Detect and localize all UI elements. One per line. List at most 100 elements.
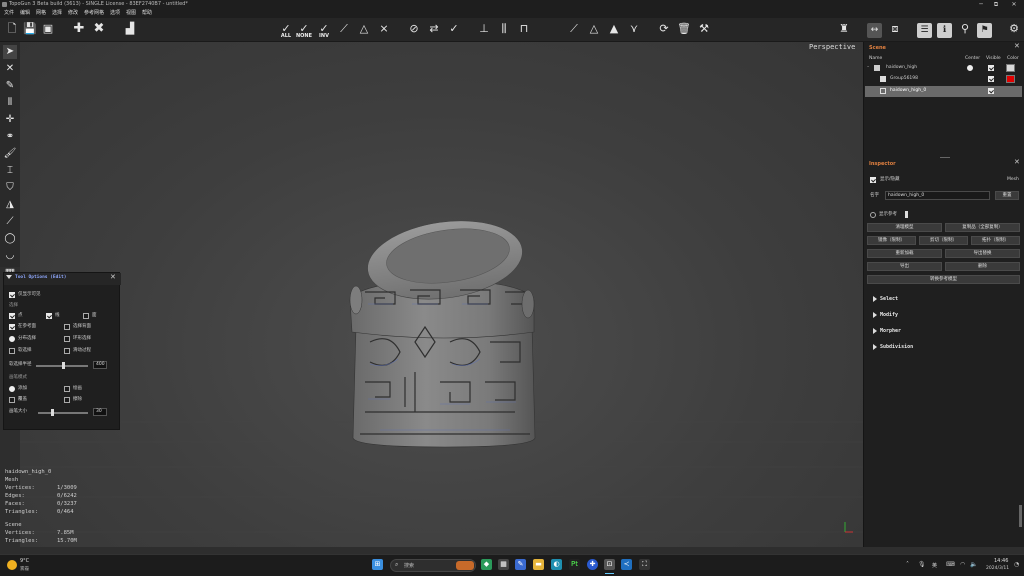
topo-button[interactable]: 拓扑（限制）: [971, 236, 1020, 245]
editor-icon[interactable]: ✎: [515, 559, 526, 570]
right-panel-scrollbar[interactable]: [1019, 505, 1022, 527]
layer-icon[interactable]: ▟: [122, 22, 138, 40]
reload-button[interactable]: 重新加载: [867, 249, 942, 258]
section-subdivision[interactable]: Subdivision: [880, 344, 913, 350]
points-checkbox[interactable]: [9, 313, 15, 319]
menu-file[interactable]: 文件: [4, 9, 14, 18]
select-arrow-icon[interactable]: ➤: [3, 45, 17, 59]
mode-erase-checkbox[interactable]: [64, 397, 70, 403]
fill-tool-icon[interactable]: ⛉: [3, 181, 17, 195]
volume-icon[interactable]: 🔈: [970, 561, 977, 568]
soft-select-checkbox[interactable]: [9, 348, 15, 354]
tools-icon[interactable]: ⚒: [696, 22, 712, 40]
close-button[interactable]: ✕: [1008, 0, 1020, 9]
edges-checkbox[interactable]: [46, 313, 52, 319]
menu-modify[interactable]: 修改: [68, 9, 78, 18]
relax-tool-icon[interactable]: ⚭: [3, 130, 17, 144]
panel-splitter[interactable]: [940, 157, 950, 158]
clock-date[interactable]: 2024/3/11: [986, 566, 1009, 571]
bridge-tool-icon[interactable]: ⫴: [3, 96, 17, 110]
topogun-taskbar-icon[interactable]: ⊡: [604, 559, 615, 570]
menu-edit[interactable]: 编辑: [20, 9, 30, 18]
render-icon[interactable]: ♜: [836, 22, 852, 40]
shape-tool-icon[interactable]: ◮: [3, 198, 17, 212]
edge-browser-icon[interactable]: ◐: [551, 559, 562, 570]
scene-panel-close-icon[interactable]: ✕: [1014, 43, 1020, 50]
keyboard-icon[interactable]: ⌨: [946, 561, 955, 568]
select-connected-radio[interactable]: [9, 336, 15, 342]
open-icon[interactable]: ▣: [40, 22, 56, 40]
show-ref-radio[interactable]: [870, 212, 876, 218]
symmetry-x-icon[interactable]: ⟋: [566, 22, 582, 40]
slide-checkbox[interactable]: [64, 348, 70, 354]
section-morpher[interactable]: Morpher: [880, 328, 901, 334]
tray-arrow-icon[interactable]: ˄: [906, 561, 909, 568]
mirror-button[interactable]: 镜像（限制）: [867, 236, 916, 245]
select-invert-button[interactable]: ✓ INV: [316, 22, 332, 40]
section-select[interactable]: Select: [880, 296, 898, 302]
brush-tool-icon[interactable]: 🖌: [3, 147, 17, 161]
brush-size-input[interactable]: 30: [93, 408, 107, 416]
rename-button[interactable]: 重置: [995, 191, 1019, 200]
faces-checkbox[interactable]: [83, 313, 89, 319]
ime-label[interactable]: 英: [932, 562, 937, 569]
color-swatch[interactable]: [1006, 75, 1015, 83]
game-icon[interactable]: ⛶: [639, 559, 650, 570]
trash-icon[interactable]: 🗑: [676, 22, 692, 40]
select-none-button[interactable]: ✓ NONE: [296, 22, 312, 40]
delete-button[interactable]: 删除: [945, 262, 1020, 271]
color-swatch[interactable]: [1006, 64, 1015, 72]
move-icon[interactable]: ⇄: [426, 22, 442, 40]
duplicate-button[interactable]: 复制品（全部复制）: [945, 223, 1020, 232]
maximize-button[interactable]: ⧉: [990, 0, 1002, 9]
inspector-close-icon[interactable]: ✕: [1014, 159, 1020, 166]
triangle-select-icon[interactable]: △: [356, 22, 372, 40]
expand-icon[interactable]: –: [867, 65, 869, 71]
line-tool-icon[interactable]: ⟋: [3, 215, 17, 229]
mode-paint-checkbox[interactable]: [64, 386, 70, 392]
mode-replace-checkbox[interactable]: [9, 397, 15, 403]
cut-button[interactable]: 剪切（限制）: [919, 236, 968, 245]
symmetry-w-icon[interactable]: ⋎: [626, 22, 642, 40]
pycharm-icon[interactable]: Pt: [569, 559, 580, 570]
folder-icon[interactable]: ▬: [533, 559, 544, 570]
cut-tool-icon[interactable]: ⌶: [3, 164, 17, 178]
menu-help[interactable]: 帮助: [142, 9, 152, 18]
app-circle-icon[interactable]: ✚: [587, 559, 598, 570]
move-tool-icon[interactable]: ✛: [3, 113, 17, 127]
file-manager-icon[interactable]: ▦: [498, 559, 509, 570]
transform-toggle-icon[interactable]: ↔: [867, 23, 882, 38]
export-button[interactable]: 导出: [867, 262, 942, 271]
clock-time[interactable]: 14:46: [994, 558, 1008, 564]
menu-select[interactable]: 选择: [52, 9, 62, 18]
scene-row-group[interactable]: [865, 74, 1022, 85]
weather-icon[interactable]: [7, 560, 17, 570]
brush-size-slider[interactable]: [38, 412, 88, 414]
vscode-icon[interactable]: ≺: [621, 559, 632, 570]
section-arrow-icon[interactable]: [873, 344, 877, 350]
visible-checkbox[interactable]: [988, 76, 994, 82]
mesh-object[interactable]: [349, 212, 536, 448]
convert-reference-button[interactable]: 转换参考模型: [867, 275, 1020, 284]
magnet-icon[interactable]: ⧈: [887, 22, 903, 40]
section-arrow-icon[interactable]: [873, 312, 877, 318]
show-hide-checkbox[interactable]: [870, 177, 876, 183]
panel-toggle-icon[interactable]: ☰: [917, 23, 932, 38]
start-windows-icon[interactable]: ⊞: [372, 559, 383, 570]
wifi-icon[interactable]: ◠: [960, 561, 965, 568]
pen-tool-icon[interactable]: ✎: [3, 79, 17, 93]
mode-add-radio[interactable]: [9, 386, 15, 392]
falloff-input[interactable]: 400: [93, 361, 107, 369]
name-input[interactable]: haidown_high_0: [885, 191, 990, 200]
graph-icon[interactable]: ⚲: [957, 22, 973, 40]
brush-size-slider-knob[interactable]: [51, 409, 54, 416]
visible-checkbox[interactable]: [988, 88, 994, 94]
menu-view[interactable]: 视图: [126, 9, 136, 18]
menu-options[interactable]: 选项: [110, 9, 120, 18]
only-visible-checkbox[interactable]: [9, 292, 15, 298]
select-backfaces-checkbox[interactable]: [64, 324, 70, 330]
cross-tool-icon[interactable]: ✕: [3, 62, 17, 76]
minimize-button[interactable]: ─: [975, 0, 987, 9]
grow-selection-icon[interactable]: ⟋: [336, 22, 352, 40]
symmetry-z-icon[interactable]: ▲: [606, 22, 622, 40]
